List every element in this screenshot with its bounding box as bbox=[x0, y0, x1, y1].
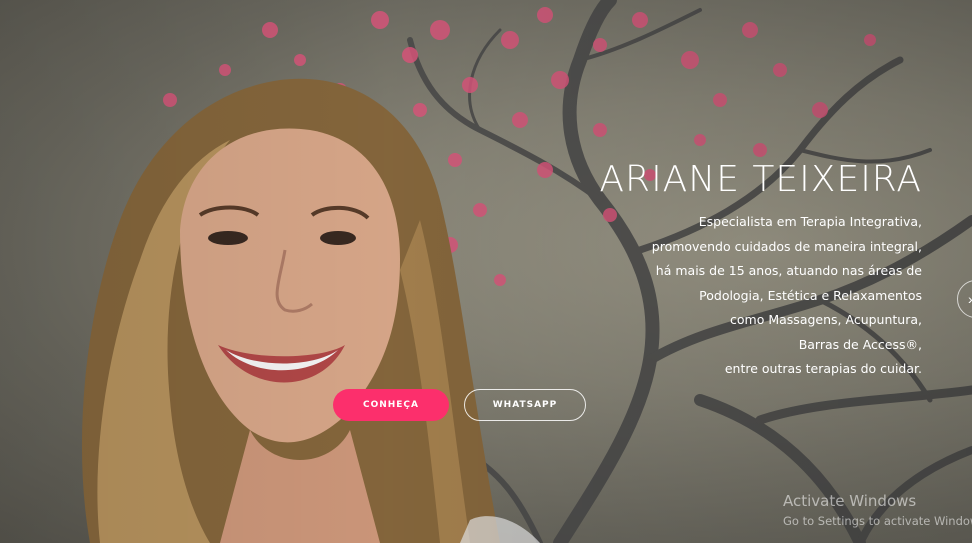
conheca-button[interactable]: CONHEÇA bbox=[333, 389, 449, 421]
hero-description-line: promovendo cuidados de maneira integral, bbox=[651, 238, 922, 254]
hero-section: ARIANE TEIXEIRA Especialista em Terapia … bbox=[0, 0, 972, 543]
hero-title: ARIANE TEIXEIRA bbox=[599, 159, 922, 200]
watermark-title: Activate Windows bbox=[783, 492, 917, 510]
hero-description-line: há mais de 15 anos, atuando nas áreas de bbox=[655, 263, 922, 278]
whatsapp-button[interactable]: WHATSAPP bbox=[464, 389, 586, 421]
hero-description-line: Barras de Access®, bbox=[798, 336, 922, 352]
windows-activation-watermark: Activate Windows Go to Settings to activ… bbox=[783, 492, 972, 529]
watermark-subtitle: Go to Settings to activate Windows. bbox=[783, 514, 972, 528]
chevron-right-icon: › bbox=[968, 291, 972, 307]
hero-description-line: Podologia, Estética e Relaxamentos bbox=[699, 287, 922, 303]
hero-description-line: como Massagens, Acupuntura, bbox=[730, 312, 922, 327]
hero-description-line: Especialista em Terapia Integrativa, bbox=[698, 214, 922, 229]
hero-description-line: entre outras terapias do cuidar. bbox=[724, 361, 922, 376]
hero-text-block: ARIANE TEIXEIRA Especialista em Terapia … bbox=[599, 160, 922, 382]
hero-description: Especialista em Terapia Integrativa, pro… bbox=[599, 210, 922, 382]
